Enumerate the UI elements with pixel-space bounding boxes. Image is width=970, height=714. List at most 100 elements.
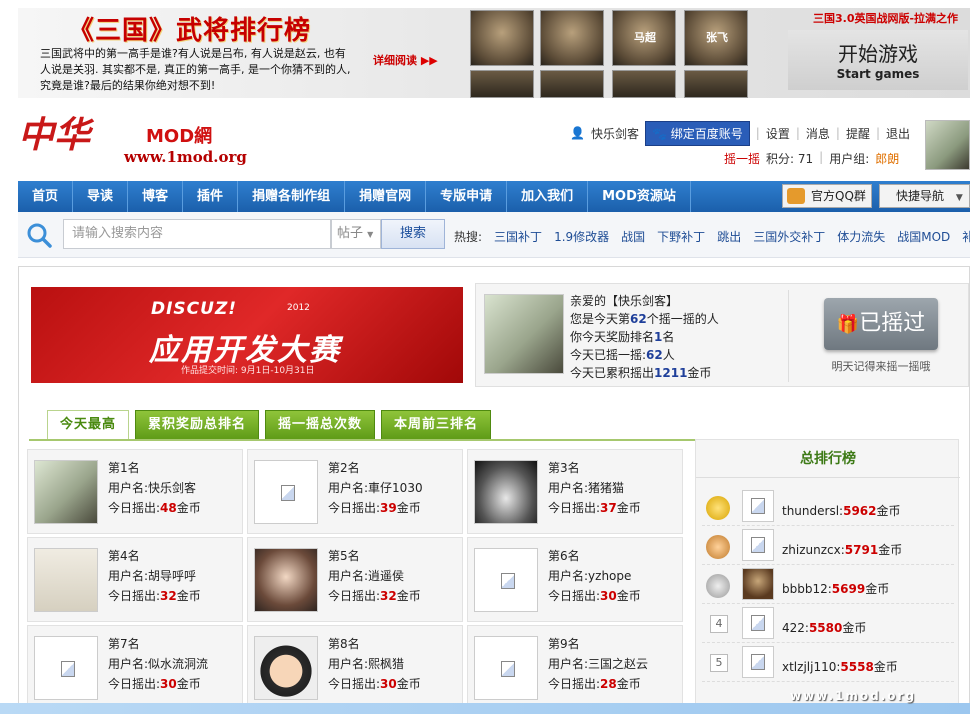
general-portrait[interactable] [612, 70, 676, 98]
search-type-select[interactable]: 帖子 ▼ [331, 219, 381, 249]
divider [788, 290, 789, 382]
broken-image-icon [751, 615, 765, 631]
logo-mod: MOD網 [146, 126, 213, 147]
tab-total-shakes[interactable]: 摇一摇总次数 [265, 410, 376, 440]
hot-search-link[interactable]: 1.9修改器 [554, 228, 609, 245]
general-portrait[interactable] [684, 70, 748, 98]
leaderboard-row[interactable]: bbbb12:5699金币 [702, 566, 954, 604]
broken-image-icon [751, 537, 765, 553]
settings-link[interactable]: 设置 [766, 125, 790, 142]
banner-ad-text[interactable]: 三国3.0英国战网版-拉满之作 [813, 10, 958, 26]
rank-number: 4 [710, 615, 728, 633]
nav-item-home[interactable]: 首页 [18, 181, 74, 212]
hot-search-link[interactable]: 下野补丁 [657, 228, 705, 245]
rank-card[interactable]: 第8名 用户名:熙枫猎 今日摇出:30金币 [247, 625, 463, 710]
tab-today-top[interactable]: 今天最高 [47, 410, 130, 440]
hot-search-link[interactable]: 战国MOD [897, 228, 950, 245]
nav-item-apply[interactable]: 专版申请 [426, 181, 508, 212]
rank-avatar [254, 460, 318, 524]
leaderboard-row[interactable]: 5 xtlzjlj110:5558金币 [702, 644, 954, 682]
leaderboard-avatar [742, 529, 774, 561]
banner-description: 三国武将中的第一高手是谁?有人说是吕布, 有人说是赵云, 也有人说是关羽. 其实… [40, 47, 351, 92]
search-icon [27, 223, 52, 248]
general-portrait[interactable] [540, 10, 604, 66]
chevron-down-icon: ▼ [955, 193, 963, 203]
nav-item-plugins[interactable]: 插件 [183, 181, 239, 212]
general-portrait[interactable]: 张飞 [684, 10, 748, 66]
rank-avatar [474, 548, 538, 612]
rank-card[interactable]: 第2名 用户名:車仔1030 今日摇出:39金币 [247, 449, 463, 534]
qq-icon [787, 188, 805, 204]
nav-item-join[interactable]: 加入我们 [507, 181, 589, 212]
rank-card[interactable]: 第9名 用户名:三国之赵云 今日摇出:28金币 [467, 625, 683, 710]
watermark-url: www.1mod.org [790, 689, 917, 703]
rank-avatar [474, 636, 538, 700]
my-avatar [484, 294, 564, 374]
rank-card[interactable]: 第3名 用户名:猪猪猫 今日摇出:37金币 [467, 449, 683, 534]
banner-read-more-link[interactable]: 详细阅读 ▶▶ [373, 52, 438, 68]
user-group-link[interactable]: 郎朗 [875, 150, 899, 167]
hot-search-link[interactable]: 体力流失 [837, 228, 885, 245]
search-bar: 请输入搜索内容 帖子 ▼ 搜索 热搜: 三国补丁 1.9修改器 战国 下野补丁 … [18, 212, 970, 258]
nav-item-mod-resources[interactable]: MOD资源站 [588, 181, 691, 212]
rank-card[interactable]: 第1名 用户名:快乐剑客 今日摇出:48金币 [27, 449, 243, 534]
logo-url: www.1mod.org [124, 148, 247, 166]
total-leaderboard: 总排行榜 thundersl:5962金币 zhizunzcx:5791金币 b… [695, 439, 960, 714]
my-shake-info: 亲爱的【快乐剑客】 您是今天第62个摇一摇的人 你今天奖励排名1名 今天已摇一摇… [570, 294, 719, 380]
double-arrow-icon: ▶▶ [420, 54, 438, 67]
nav-item-blog[interactable]: 博客 [128, 181, 184, 212]
user-stats: 摇一摇 积分: 71 | 用户组: 郎朗 [724, 150, 900, 167]
leaderboard-avatar [742, 646, 774, 678]
site-logo[interactable]: 中华 MOD網 www.1mod.org [18, 106, 268, 172]
hot-search-link[interactable]: 补丁 [962, 228, 970, 245]
general-portrait[interactable]: 马超 [612, 10, 676, 66]
rank-avatar [254, 548, 318, 612]
broken-image-icon [281, 485, 295, 501]
rank-card[interactable]: 第5名 用户名:逍遥侯 今日摇出:32金币 [247, 537, 463, 622]
user-icon: 👤 [570, 126, 585, 140]
hot-search-link[interactable]: 三国外交补丁 [753, 228, 825, 245]
start-game-button[interactable]: 开始游戏 Start games [788, 30, 968, 90]
nav-item-donate-teams[interactable]: 捐赠各制作组 [238, 181, 346, 212]
shake-link[interactable]: 摇一摇 [724, 150, 760, 167]
tab-total-reward[interactable]: 累积奖励总排名 [135, 410, 260, 440]
leaderboard-row[interactable]: thundersl:5962金币 [702, 488, 954, 526]
qq-group-button[interactable]: 官方QQ群 [782, 184, 872, 208]
leaderboard-row[interactable]: 4 422:5580金币 [702, 605, 954, 643]
leaderboard-avatar [742, 568, 774, 600]
hot-search-link[interactable]: 跳出 [717, 228, 741, 245]
main-content: DISCUZ! 2012 应用开发大赛 作品提交时间: 9月1日-10月31日 … [18, 266, 970, 714]
nav-item-donate-site[interactable]: 捐赠官网 [345, 181, 427, 212]
already-shaken-button[interactable]: 🎁已摇过 [824, 298, 938, 350]
bind-baidu-button[interactable]: 🐾 绑定百度账号 [644, 120, 750, 146]
top-banner[interactable]: 《三国》武将排行榜 三国武将中的第一高手是谁?有人说是吕布, 有人说是赵云, 也… [18, 8, 970, 98]
points-link[interactable]: 积分: 71 [766, 150, 813, 167]
broken-image-icon [61, 661, 75, 677]
rank-card[interactable]: 第4名 用户名:胡导呼呼 今日摇出:32金币 [27, 537, 243, 622]
start-game-label-en: Start games [836, 67, 920, 81]
contest-banner[interactable]: DISCUZ! 2012 应用开发大赛 作品提交时间: 9月1日-10月31日 [31, 287, 463, 383]
logout-link[interactable]: 退出 [886, 125, 910, 142]
messages-link[interactable]: 消息 [806, 125, 830, 142]
leaderboard-row[interactable]: zhizunzcx:5791金币 [702, 527, 954, 565]
search-input[interactable]: 请输入搜索内容 [63, 219, 331, 249]
hot-search-link[interactable]: 三国补丁 [494, 228, 542, 245]
general-name: 马超 [634, 31, 656, 44]
hot-search-link[interactable]: 战国 [621, 228, 645, 245]
tab-week-top3[interactable]: 本周前三排名 [381, 410, 492, 440]
bottom-decoration [0, 703, 970, 714]
general-portrait[interactable] [540, 70, 604, 98]
avatar[interactable] [925, 120, 970, 170]
general-portrait[interactable] [470, 10, 534, 66]
username-link[interactable]: 快乐剑客 [591, 125, 639, 142]
contest-year: 2012 [287, 303, 310, 313]
reminders-link[interactable]: 提醒 [846, 125, 870, 142]
search-button[interactable]: 搜索 [381, 219, 445, 249]
gold-medal-icon [706, 496, 730, 520]
rank-card[interactable]: 第7名 用户名:似水流洞流 今日摇出:30金币 [27, 625, 243, 710]
rank-card[interactable]: 第6名 用户名:yzhope 今日摇出:30金币 [467, 537, 683, 622]
quick-nav-button[interactable]: 快捷导航 ▼ [879, 184, 970, 208]
nav-item-guide[interactable]: 导读 [73, 181, 129, 212]
general-portrait[interactable] [470, 70, 534, 98]
banner-title: 《三国》武将排行榜 [68, 16, 312, 46]
